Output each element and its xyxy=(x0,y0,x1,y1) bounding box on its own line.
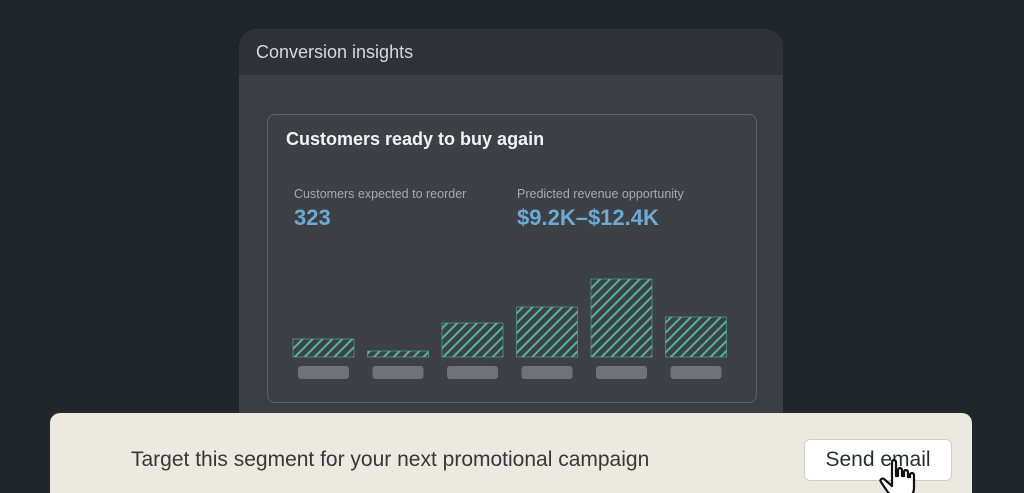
bar-label-placeholder xyxy=(372,366,424,379)
bar-chart xyxy=(292,278,727,379)
bar-label-placeholder xyxy=(521,366,573,379)
hand-pointer-icon xyxy=(879,459,916,493)
conversion-insights-window: Conversion insights Customers ready to b… xyxy=(239,29,783,429)
chart-bar xyxy=(516,306,578,358)
banner-message: Target this segment for your next promot… xyxy=(131,448,650,471)
window-title: Conversion insights xyxy=(239,29,783,75)
bar-label-placeholder xyxy=(298,366,349,379)
chart-bar xyxy=(367,350,429,358)
chart-bar xyxy=(665,316,727,358)
chart-bar xyxy=(441,322,504,358)
segment-card: Customers ready to buy again Customers e… xyxy=(267,114,757,403)
chart-bar xyxy=(590,278,653,358)
bar-label-placeholder xyxy=(596,366,647,379)
bar-label-placeholder xyxy=(447,366,498,379)
bar-label-placeholder xyxy=(670,366,722,379)
chart-bar xyxy=(292,338,355,358)
campaign-banner: Target this segment for your next promot… xyxy=(50,413,972,493)
